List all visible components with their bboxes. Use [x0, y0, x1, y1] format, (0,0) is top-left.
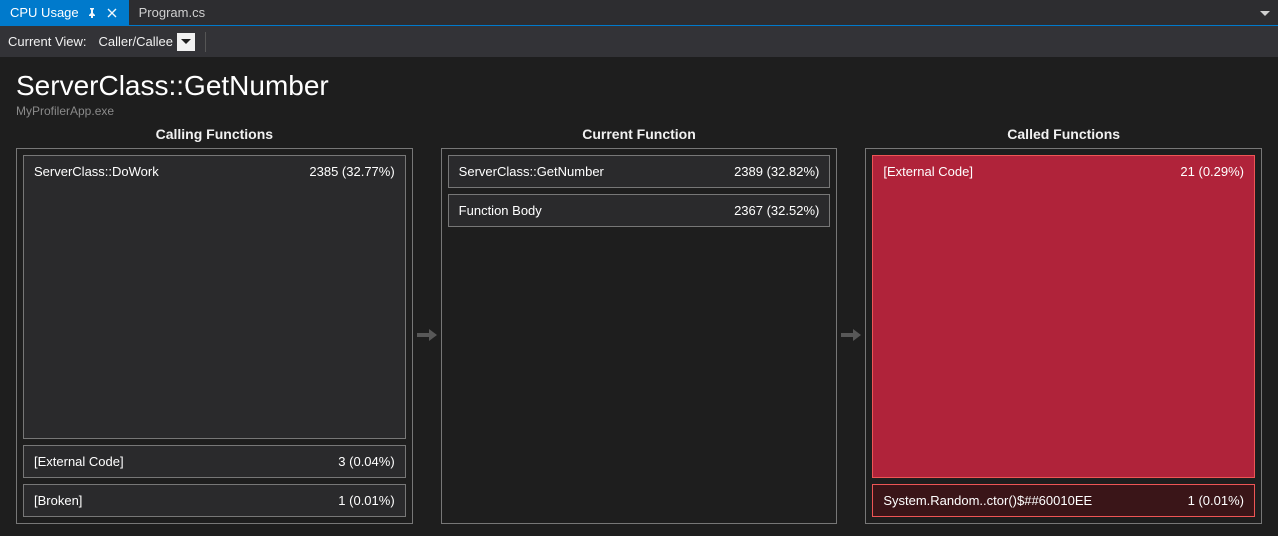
- function-metric: 21 (0.29%): [1180, 164, 1244, 179]
- title-area: ServerClass::GetNumber MyProfilerApp.exe: [0, 58, 1278, 122]
- spacer: [448, 233, 831, 517]
- toolbar: Current View: Caller/Callee: [0, 26, 1278, 58]
- function-name: ServerClass::DoWork: [34, 164, 159, 179]
- tab-label: CPU Usage: [10, 5, 79, 20]
- calling-functions-column: Calling Functions ServerClass::DoWork 238…: [16, 126, 413, 524]
- tab-cpu-usage[interactable]: CPU Usage: [0, 0, 129, 25]
- current-function-entry[interactable]: ServerClass::GetNumber 2389 (32.82%): [448, 155, 831, 188]
- calling-functions-header: Calling Functions: [16, 126, 413, 148]
- current-function-panel: ServerClass::GetNumber 2389 (32.82%)Funct…: [441, 148, 838, 524]
- current-view-label: Current View:: [8, 34, 87, 49]
- function-metric: 1 (0.01%): [1188, 493, 1244, 508]
- caller-callee-view: Calling Functions ServerClass::DoWork 238…: [0, 122, 1278, 536]
- called-function-entry[interactable]: [External Code] 21 (0.29%): [872, 155, 1255, 478]
- arrow-right-icon: [837, 146, 865, 524]
- arrow-right-icon: [413, 146, 441, 524]
- called-functions-header: Called Functions: [865, 126, 1262, 148]
- pin-icon[interactable]: [85, 6, 99, 20]
- tabs-bar: CPU Usage Program.cs: [0, 0, 1278, 26]
- calling-functions-panel: ServerClass::DoWork 2385 (32.77%)[Externa…: [16, 148, 413, 524]
- function-name: [External Code]: [883, 164, 973, 179]
- current-function-column: Current Function ServerClass::GetNumber2…: [441, 126, 838, 524]
- tab-label: Program.cs: [139, 5, 205, 20]
- called-functions-column: Called Functions [External Code] 21 (0.29…: [865, 126, 1262, 524]
- current-function-entry[interactable]: Function Body 2367 (32.52%): [448, 194, 831, 227]
- function-name: ServerClass::GetNumber: [459, 164, 604, 179]
- current-view-value: Caller/Callee: [93, 34, 175, 49]
- tab-overflow-dropdown[interactable]: [1252, 5, 1278, 20]
- chevron-down-icon: [177, 33, 195, 51]
- current-function-header: Current Function: [441, 126, 838, 148]
- called-functions-panel: [External Code] 21 (0.29%) System.Random..…: [865, 148, 1262, 524]
- function-name: System.Random..ctor()$##60010EE: [883, 493, 1092, 508]
- function-metric: 1 (0.01%): [338, 493, 394, 508]
- function-metric: 3 (0.04%): [338, 454, 394, 469]
- function-metric: 2385 (32.77%): [309, 164, 394, 179]
- calling-function-entry[interactable]: [Broken] 1 (0.01%): [23, 484, 406, 517]
- tab-program-cs[interactable]: Program.cs: [129, 0, 215, 25]
- calling-function-entry[interactable]: ServerClass::DoWork 2385 (32.77%): [23, 155, 406, 439]
- page-title: ServerClass::GetNumber: [16, 70, 1262, 102]
- module-subtitle: MyProfilerApp.exe: [16, 104, 1262, 118]
- function-name: [External Code]: [34, 454, 124, 469]
- toolbar-separator: [205, 32, 206, 52]
- current-view-dropdown[interactable]: Caller/Callee: [93, 30, 195, 54]
- called-function-entry[interactable]: System.Random..ctor()$##60010EE 1 (0.01%): [872, 484, 1255, 517]
- function-metric: 2367 (32.52%): [734, 203, 819, 218]
- function-name: Function Body: [459, 203, 542, 218]
- function-metric: 2389 (32.82%): [734, 164, 819, 179]
- close-icon[interactable]: [105, 6, 119, 20]
- function-name: [Broken]: [34, 493, 82, 508]
- calling-function-entry[interactable]: [External Code] 3 (0.04%): [23, 445, 406, 478]
